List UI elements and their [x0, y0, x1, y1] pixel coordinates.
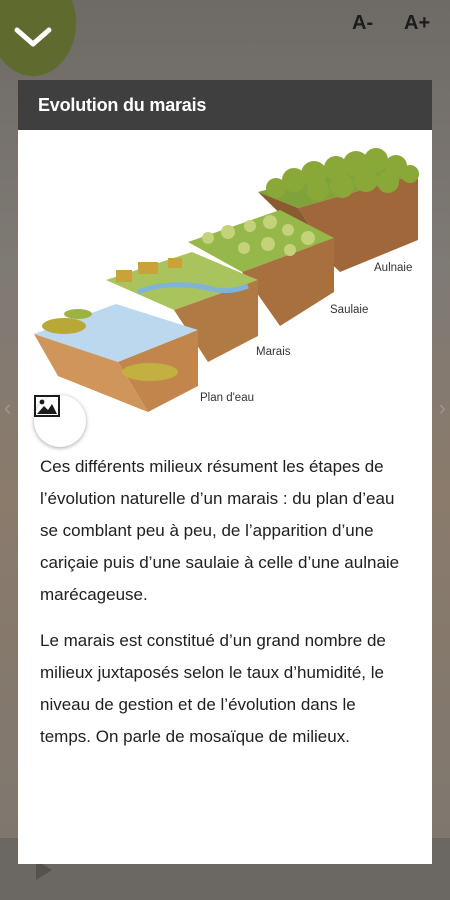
label-aulnaie: Aulnaie: [374, 262, 413, 274]
next-arrow-icon: ›: [438, 395, 446, 420]
font-decrease-button[interactable]: A-: [352, 12, 373, 35]
card-header: Evolution du marais: [18, 80, 432, 130]
paragraph-evolution: Ces différents milieux résument les étap…: [40, 457, 400, 604]
marsh-evolution-illustration: Plan d'eau Marais Saulaie Aulnaie: [18, 130, 432, 448]
label-saulaie: Saulaie: [330, 304, 369, 316]
previous-arrow-icon: ‹: [4, 395, 12, 420]
card-title: Evolution du marais: [38, 94, 207, 115]
label-plan-d-eau: Plan d'eau: [200, 392, 254, 404]
image-icon: [34, 395, 60, 417]
chevron-down-icon: [14, 27, 52, 47]
info-card: Evolution du marais Plan d'eau Marais Sa…: [18, 80, 432, 864]
card-body: Ces différents milieux résument les étap…: [18, 451, 432, 753]
label-marais: Marais: [256, 346, 291, 358]
font-increase-button[interactable]: A+: [404, 12, 430, 35]
view-image-button[interactable]: [34, 395, 86, 447]
paragraph-mosaique: Le marais est constitué d’un grand nombr…: [40, 631, 386, 746]
